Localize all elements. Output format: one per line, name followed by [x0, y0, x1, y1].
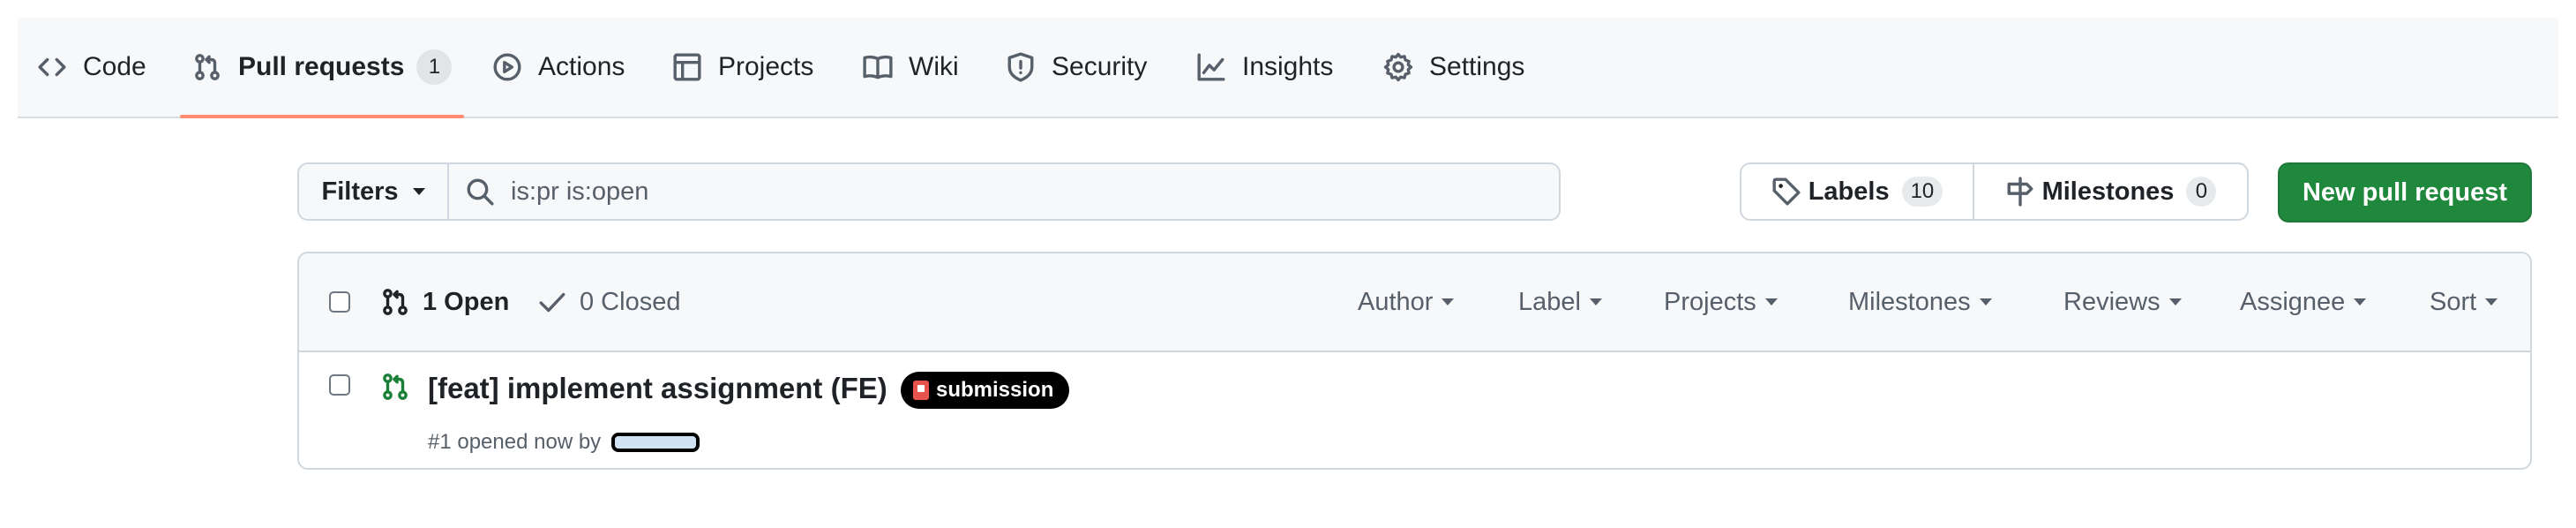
pull-requests-count-badge: 1 — [416, 49, 453, 85]
reviews-filter[interactable]: Reviews — [2063, 253, 2182, 351]
search-input[interactable] — [509, 176, 1483, 207]
tab-settings[interactable]: Settings — [1383, 18, 1524, 117]
tab-pull-requests[interactable]: Pull requests 1 — [179, 18, 465, 118]
new-pull-request-button[interactable]: New pull request — [2278, 162, 2532, 223]
git-pull-request-icon — [195, 54, 220, 80]
author-filter-label: Author — [1358, 287, 1434, 316]
assignee-filter-label: Assignee — [2240, 287, 2346, 316]
chevron-down-icon — [1589, 298, 1602, 305]
tab-label: Projects — [718, 52, 814, 81]
chevron-down-icon — [1442, 298, 1455, 305]
milestone-icon — [2007, 177, 2033, 207]
tab-label: Wiki — [909, 52, 959, 81]
select-all-checkbox[interactable] — [329, 291, 350, 313]
tag-icon — [1772, 177, 1801, 206]
play-circle-icon — [493, 53, 521, 81]
tab-insights[interactable]: Insights — [1196, 18, 1333, 117]
chevron-down-icon — [412, 188, 425, 195]
open-filter-link[interactable]: 1 Open — [380, 253, 509, 351]
sort-filter-label: Sort — [2430, 287, 2477, 316]
bookmark-icon — [913, 381, 929, 400]
pull-request-meta: #1 opened now by — [428, 430, 700, 455]
redacted-author-link[interactable] — [611, 433, 700, 452]
repo-nav: Code Pull requests 1 Actions Projects Wi… — [18, 18, 2558, 118]
table-icon — [673, 53, 701, 81]
shield-icon — [1007, 52, 1034, 82]
chevron-down-icon — [2354, 298, 2367, 305]
milestones-button[interactable]: Milestones 0 — [1974, 164, 2247, 219]
labels-count: 10 — [1901, 177, 1943, 207]
milestones-label: Milestones — [2041, 177, 2175, 206]
closed-filter-link[interactable]: 0 Closed — [537, 253, 680, 351]
tab-code[interactable]: Code — [37, 18, 146, 117]
git-pull-request-icon — [383, 289, 408, 315]
label-text: submission — [936, 378, 1054, 402]
labels-milestones-group: Labels 10 Milestones 0 — [1740, 162, 2249, 221]
code-icon — [38, 57, 66, 77]
gear-icon — [1383, 52, 1413, 82]
check-icon — [539, 292, 565, 313]
tab-label: Settings — [1429, 52, 1525, 81]
tab-label: Code — [83, 52, 146, 81]
pull-request-title-link[interactable]: [feat] implement assignment (FE) — [428, 372, 887, 405]
filters-label: Filters — [321, 177, 399, 206]
search-field[interactable] — [447, 162, 1561, 221]
labels-label: Labels — [1808, 177, 1890, 206]
milestones-count: 0 — [2186, 177, 2217, 207]
open-count-label: 1 Open — [423, 287, 510, 316]
projects-filter[interactable]: Projects — [1664, 253, 1778, 351]
sort-filter[interactable]: Sort — [2430, 253, 2498, 351]
list-item: [feat] implement assignment (FE) submiss… — [299, 352, 2530, 468]
row-checkbox[interactable] — [329, 374, 350, 396]
tab-projects[interactable]: Projects — [672, 18, 813, 117]
chevron-down-icon — [2485, 298, 2498, 305]
tab-label: Security — [1052, 52, 1148, 81]
reviews-filter-label: Reviews — [2063, 287, 2160, 316]
pull-request-list: 1 Open 0 Closed Author Label Projects Mi… — [297, 252, 2532, 470]
list-header: 1 Open 0 Closed Author Label Projects Mi… — [299, 253, 2530, 352]
label-filter[interactable]: Label — [1518, 253, 1602, 351]
opened-meta-text: #1 opened now by — [428, 430, 602, 454]
open-pull-request-icon — [383, 373, 408, 400]
closed-count-label: 0 Closed — [580, 287, 681, 316]
labels-button[interactable]: Labels 10 — [1741, 164, 1974, 219]
chevron-down-icon — [1979, 298, 1992, 305]
tab-label: Insights — [1242, 52, 1334, 81]
milestones-filter-label: Milestones — [1848, 287, 1971, 316]
filters-button[interactable]: Filters — [297, 162, 449, 221]
chevron-down-icon — [2168, 298, 2182, 305]
book-icon — [863, 55, 893, 79]
tab-label: Actions — [538, 52, 625, 81]
tab-wiki[interactable]: Wiki — [863, 18, 959, 117]
submission-label-badge[interactable]: submission — [901, 372, 1070, 409]
tab-label: Pull requests — [238, 52, 405, 81]
chevron-down-icon — [1764, 298, 1778, 305]
author-filter[interactable]: Author — [1358, 253, 1455, 351]
milestones-filter[interactable]: Milestones — [1848, 253, 1992, 351]
tab-actions[interactable]: Actions — [492, 18, 625, 117]
tab-security[interactable]: Security — [1006, 18, 1147, 117]
projects-filter-label: Projects — [1664, 287, 1756, 316]
graph-icon — [1197, 53, 1225, 81]
label-filter-label: Label — [1518, 287, 1581, 316]
assignee-filter[interactable]: Assignee — [2240, 253, 2367, 351]
search-icon — [467, 178, 494, 206]
